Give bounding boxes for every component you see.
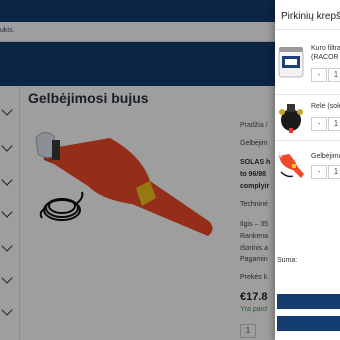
cart-sum-label: Suma: [277, 257, 298, 264]
cart-drawer: Pirkinių krepšelis Kuro filtra (RACOR 1 … [275, 0, 340, 340]
quantity-field[interactable]: 1 [328, 165, 340, 179]
cart-item: Gelbėjimos - 1 [275, 150, 340, 200]
decrease-quantity-button[interactable]: - [311, 68, 327, 82]
divider [275, 140, 340, 141]
view-cart-button[interactable] [277, 294, 340, 309]
cart-item: Kuro filtra (RACOR 1 - 1 [275, 44, 340, 94]
fuel-filter-icon[interactable] [277, 44, 305, 78]
item-name[interactable]: Gelbėjimos [311, 152, 340, 161]
quantity-field[interactable]: 1 [328, 68, 340, 82]
cart-item: Relė (sole - 1 [275, 100, 340, 150]
relay-solenoid-icon[interactable] [277, 100, 305, 134]
checkout-button[interactable] [277, 316, 340, 331]
divider [275, 94, 340, 95]
item-name[interactable]: Relė (sole [311, 102, 340, 111]
item-name[interactable]: Kuro filtra (RACOR 1 [311, 44, 340, 62]
life-buoy-icon[interactable] [277, 150, 305, 184]
decrease-quantity-button[interactable]: - [311, 117, 327, 131]
quantity-field[interactable]: 1 [328, 117, 340, 131]
decrease-quantity-button[interactable]: - [311, 165, 327, 179]
divider [275, 29, 340, 30]
cart-title: Pirkinių krepšelis [281, 11, 340, 22]
